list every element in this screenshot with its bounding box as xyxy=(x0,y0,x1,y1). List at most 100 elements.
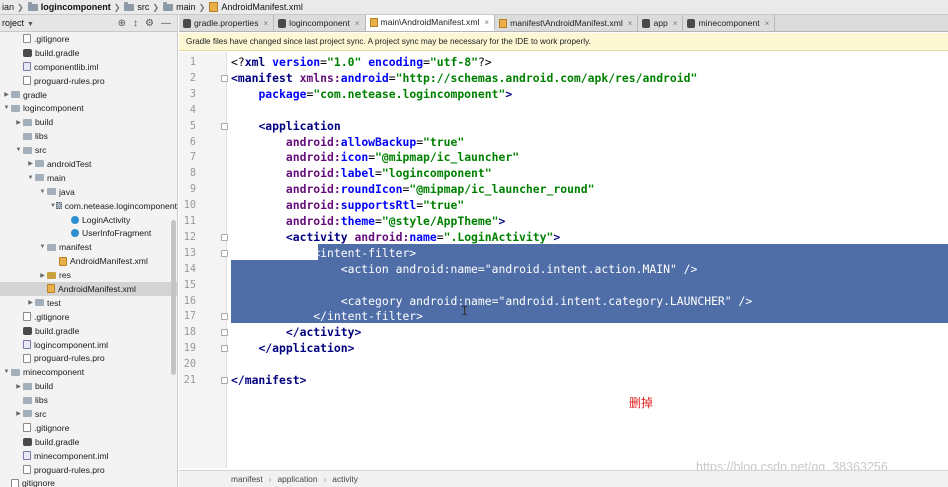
tree-item[interactable]: ▼ com.netease.logincomponent xyxy=(0,199,177,213)
nav-crumb[interactable]: ian xyxy=(2,2,14,12)
collapse-icon[interactable]: ↕ xyxy=(133,18,138,29)
locate-icon[interactable]: ⊕ xyxy=(118,18,126,29)
tree-item[interactable]: .gitignore xyxy=(0,310,177,324)
code-line[interactable]: 2 <manifest xmlns:android="http://schemas… xyxy=(179,71,948,87)
tree-item[interactable]: ▼ manifest xyxy=(0,240,177,254)
collapsed-arrow-icon[interactable]: ▶ xyxy=(14,383,23,390)
tree-item[interactable]: ▼ java xyxy=(0,185,177,199)
code-line[interactable]: 3 package="com.netease.logincomponent"> xyxy=(179,87,948,103)
editor-tab[interactable]: logincomponent × xyxy=(274,15,366,31)
tree-item[interactable]: ▶ build xyxy=(0,379,177,393)
code-line[interactable]: 15 xyxy=(179,278,948,294)
close-icon[interactable]: × xyxy=(765,19,770,28)
structure-crumb[interactable]: application xyxy=(277,474,317,484)
tree-item[interactable]: UserInfoFragment xyxy=(0,226,177,240)
tree-item[interactable]: build.gradle xyxy=(0,324,177,338)
editor-tab[interactable]: main\AndroidManifest.xml × xyxy=(365,15,496,31)
expanded-arrow-icon[interactable]: ▼ xyxy=(38,244,47,250)
tree-scrollbar[interactable] xyxy=(171,220,176,375)
code-line[interactable]: 21 </manifest> xyxy=(179,373,948,389)
tree-item[interactable]: ▼ src xyxy=(0,143,177,157)
tree-item[interactable]: ▼ main xyxy=(0,171,177,185)
collapsed-arrow-icon[interactable]: ▶ xyxy=(2,91,11,98)
tree-item[interactable]: ▶ build xyxy=(0,115,177,129)
collapsed-arrow-icon[interactable]: ▶ xyxy=(26,160,35,167)
code-line[interactable]: 10 android:supportsRtl="true" xyxy=(179,198,948,214)
fold-marker-icon[interactable] xyxy=(221,122,228,130)
tree-item[interactable]: build.gradle xyxy=(0,46,177,60)
collapsed-arrow-icon[interactable]: ▶ xyxy=(26,299,35,306)
tree-item[interactable]: minecomponent.iml xyxy=(0,449,177,463)
tree-item[interactable]: LoginActivity xyxy=(0,213,177,227)
close-icon[interactable]: × xyxy=(628,19,633,28)
fold-marker-icon[interactable] xyxy=(221,233,228,241)
tree-item[interactable]: ▶ test xyxy=(0,296,177,310)
code-line[interactable]: 4 xyxy=(179,103,948,119)
tree-item[interactable]: ▶ src xyxy=(0,407,177,421)
hide-icon[interactable]: — xyxy=(161,18,171,29)
code-line[interactable]: 9 android:roundIcon="@mipmap/ic_launcher… xyxy=(179,182,948,198)
tree-item[interactable]: ▼ minecomponent xyxy=(0,365,177,379)
tree-item[interactable]: componentlib.iml xyxy=(0,60,177,74)
code-line[interactable]: 18 </activity> xyxy=(179,325,948,341)
expanded-arrow-icon[interactable]: ▼ xyxy=(2,369,11,375)
structure-crumb[interactable]: manifest xyxy=(231,474,263,484)
code-line[interactable]: 16 <category android:name="android.inten… xyxy=(179,294,948,310)
tree-item[interactable]: ▶ androidTest xyxy=(0,157,177,171)
code-line[interactable]: 14 <action android:name="android.intent.… xyxy=(179,262,948,278)
tree-item[interactable]: .gitignore xyxy=(0,421,177,435)
nav-crumb[interactable]: AndroidManifest.xml xyxy=(209,2,303,12)
fold-marker-icon[interactable] xyxy=(221,313,228,321)
tree-item[interactable]: gitignore xyxy=(0,477,177,487)
tree-item[interactable]: AndroidManifest.xml xyxy=(0,254,177,268)
expanded-arrow-icon[interactable]: ▼ xyxy=(2,105,11,111)
code-line[interactable]: 7 android:icon="@mipmap/ic_launcher" xyxy=(179,150,948,166)
code-line[interactable]: 13 <intent-filter> xyxy=(179,246,948,262)
nav-crumb[interactable]: src xyxy=(124,1,149,12)
tree-item[interactable]: proguard-rules.pro xyxy=(0,74,177,88)
close-icon[interactable]: × xyxy=(264,19,269,28)
fold-marker-icon[interactable] xyxy=(221,74,228,82)
fold-marker-icon[interactable] xyxy=(221,377,228,384)
code-line[interactable]: 19 </application> xyxy=(179,341,948,357)
tree-item[interactable]: AndroidManifest.xml xyxy=(0,282,177,296)
structure-crumb[interactable]: activity xyxy=(332,474,358,484)
tree-item[interactable]: ▶ gradle xyxy=(0,88,177,102)
tree-item[interactable]: build.gradle xyxy=(0,435,177,449)
code-line[interactable]: 1 <?xml version="1.0" encoding="utf-8"?> xyxy=(179,55,948,71)
tree-item[interactable]: libs xyxy=(0,129,177,143)
code-line[interactable]: 17 </intent-filter> xyxy=(179,309,948,325)
code-line[interactable]: 20 xyxy=(179,357,948,373)
editor-tab[interactable]: gradle.properties × xyxy=(179,15,275,31)
tree-item[interactable]: logincomponent.iml xyxy=(0,338,177,352)
gear-icon[interactable]: ⚙ xyxy=(145,18,154,29)
fold-marker-icon[interactable] xyxy=(221,249,228,257)
fold-marker-icon[interactable] xyxy=(221,329,228,337)
editor-tab[interactable]: app × xyxy=(638,15,684,31)
fold-marker-icon[interactable] xyxy=(221,345,228,353)
expanded-arrow-icon[interactable]: ▼ xyxy=(14,147,23,153)
close-icon[interactable]: × xyxy=(673,19,678,28)
code-line[interactable]: 11 android:theme="@style/AppTheme"> xyxy=(179,214,948,230)
collapsed-arrow-icon[interactable]: ▶ xyxy=(14,410,23,417)
expanded-arrow-icon[interactable]: ▼ xyxy=(38,189,47,195)
tree-item[interactable]: proguard-rules.pro xyxy=(0,351,177,365)
code-editor[interactable]: 删掉 I 1 <?xml version="1.0" encoding="utf-… xyxy=(179,52,948,468)
project-view-selector[interactable]: roject ▼ xyxy=(2,18,34,28)
close-icon[interactable]: × xyxy=(355,19,360,28)
code-line[interactable]: 6 android:allowBackup="true" xyxy=(179,135,948,151)
collapsed-arrow-icon[interactable]: ▶ xyxy=(38,272,47,279)
code-line[interactable]: 5 <application xyxy=(179,119,948,135)
tree-item[interactable]: ▼ logincomponent xyxy=(0,101,177,115)
nav-crumb[interactable]: logincomponent xyxy=(27,1,111,12)
tree-item[interactable]: libs xyxy=(0,393,177,407)
editor-tab[interactable]: minecomponent × xyxy=(683,15,776,31)
code-line[interactable]: 8 android:label="logincomponent" xyxy=(179,166,948,182)
editor-tab[interactable]: manifest\AndroidManifest.xml × xyxy=(495,15,639,31)
expanded-arrow-icon[interactable]: ▼ xyxy=(26,175,35,181)
code-line[interactable]: 12 <activity android:name=".LoginActivit… xyxy=(179,230,948,246)
collapsed-arrow-icon[interactable]: ▶ xyxy=(14,119,23,126)
nav-crumb[interactable]: main xyxy=(163,1,196,12)
tree-item[interactable]: ▶ res xyxy=(0,268,177,282)
close-icon[interactable]: × xyxy=(484,18,489,27)
